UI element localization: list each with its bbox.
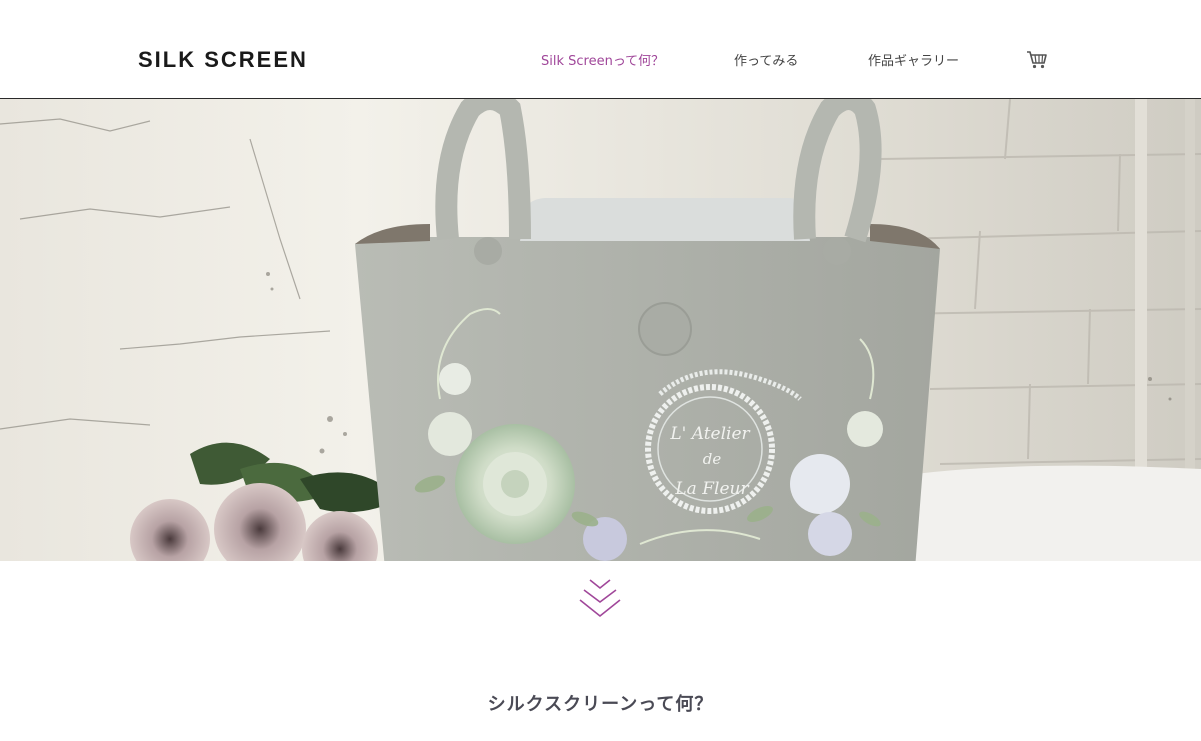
bag-print-line-1: L' Atelier: [669, 424, 750, 444]
site-logo[interactable]: SILK SCREEN: [138, 47, 308, 73]
bag-print-line-3: La Fleur: [674, 479, 749, 499]
hero-image: L' Atelier de La Fleur: [0, 99, 1201, 561]
nav-item-gallery[interactable]: 作品ギャラリー: [868, 50, 959, 69]
bag-print-line-2: de: [703, 450, 722, 468]
chevron-down-icon[interactable]: [578, 576, 622, 620]
section-title: シルクスクリーンって何？: [487, 694, 714, 715]
shopping-cart-icon[interactable]: [1026, 48, 1048, 70]
nav-item-about[interactable]: Silk Screenって何？: [541, 50, 664, 69]
site-header: SILK SCREEN Silk Screenって何？ 作ってみる 作品ギャラリ…: [0, 0, 1201, 98]
nav-item-make[interactable]: 作ってみる: [734, 50, 798, 69]
